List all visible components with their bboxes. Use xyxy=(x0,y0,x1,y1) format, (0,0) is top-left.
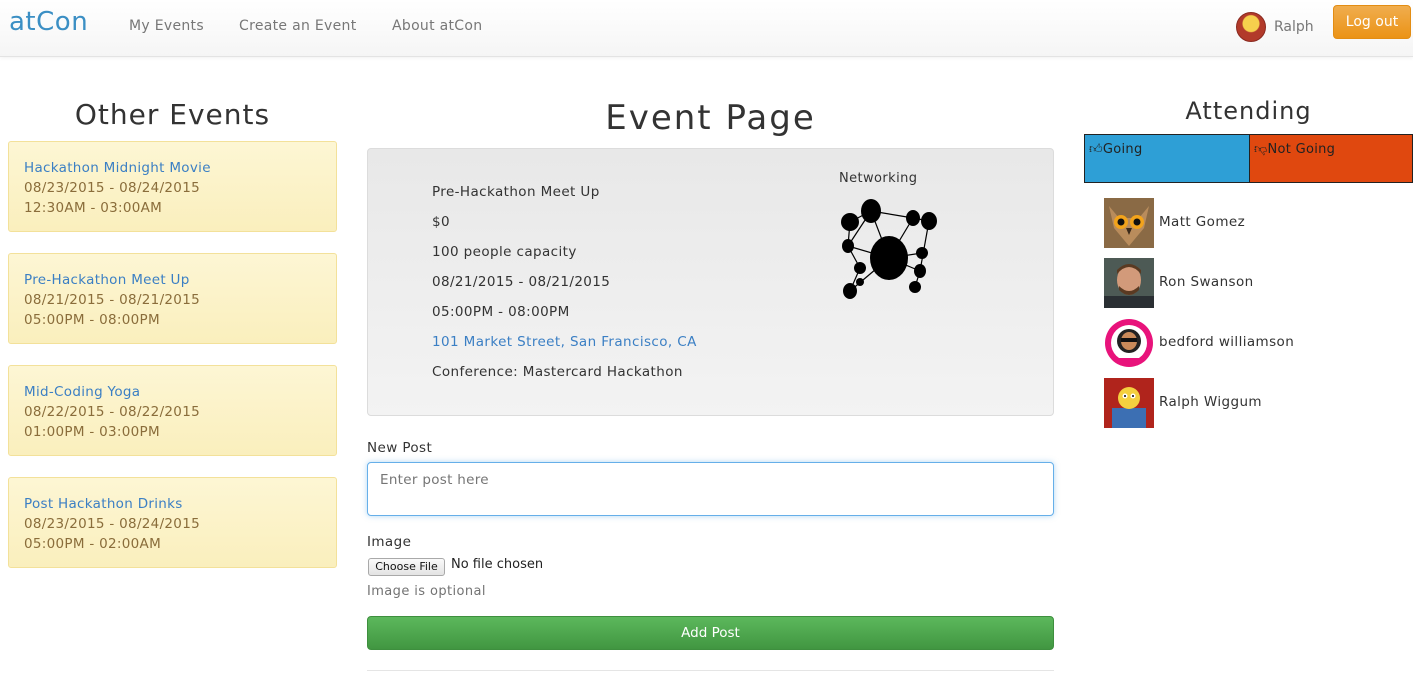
cartoon-avatar xyxy=(1104,378,1154,428)
attendee-name: bedford williamson xyxy=(1159,334,1295,350)
event-card-name[interactable]: Mid-Coding Yoga xyxy=(24,382,321,402)
event-card-dates: 08/23/2015 - 08/24/2015 xyxy=(24,180,200,196)
new-post-label: New Post xyxy=(367,440,433,456)
event-card-name[interactable]: Post Hackathon Drinks xyxy=(24,494,321,514)
going-button[interactable]: 👍︎Going xyxy=(1084,134,1250,183)
event-card-times: 12:30AM - 03:00AM xyxy=(24,200,163,216)
attendee-name: Ron Swanson xyxy=(1159,274,1254,290)
add-post-button[interactable]: Add Post xyxy=(367,616,1054,650)
thumbs-up-icon: 👍︎ xyxy=(1089,142,1103,157)
event-card[interactable]: Pre-Hackathon Meet Up 08/21/2015 - 08/21… xyxy=(8,253,337,344)
network-icon xyxy=(841,199,937,299)
badge-avatar xyxy=(1104,318,1154,368)
event-card-name[interactable]: Hackathon Midnight Movie xyxy=(24,158,321,178)
event-times: 05:00PM - 08:00PM xyxy=(432,304,570,320)
attendee-name: Ralph Wiggum xyxy=(1159,394,1262,410)
nav-create-event[interactable]: Create an Event xyxy=(239,18,356,34)
event-price: $0 xyxy=(432,214,450,230)
choose-file-button[interactable]: Choose File xyxy=(368,558,445,576)
nav-about[interactable]: About atCon xyxy=(392,18,482,34)
thumbs-down-icon: 👎︎ xyxy=(1254,142,1268,157)
nav-my-events[interactable]: My Events xyxy=(129,18,204,34)
attendee-name: Matt Gomez xyxy=(1159,214,1246,230)
file-status: No file chosen xyxy=(451,557,544,572)
owl-avatar xyxy=(1104,198,1154,248)
user-avatar[interactable] xyxy=(1236,12,1266,42)
man-avatar xyxy=(1104,258,1154,308)
attending-title: Attending xyxy=(1185,97,1312,125)
image-help-text: Image is optional xyxy=(367,584,486,599)
not-going-label: Not Going xyxy=(1267,142,1336,157)
image-label: Image xyxy=(367,534,412,550)
event-dates: 08/21/2015 - 08/21/2015 xyxy=(432,274,611,290)
brand-logo[interactable]: atCon xyxy=(9,7,88,37)
event-card[interactable]: Post Hackathon Drinks 08/23/2015 - 08/24… xyxy=(8,477,337,568)
event-card-times: 05:00PM - 08:00PM xyxy=(24,312,160,328)
event-location-link[interactable]: 101 Market Street, San Francisco, CA xyxy=(432,334,697,350)
event-details-panel: Pre-Hackathon Meet Up $0 100 people capa… xyxy=(367,148,1054,416)
event-card-dates: 08/21/2015 - 08/21/2015 xyxy=(24,292,200,308)
going-label: Going xyxy=(1102,142,1143,157)
event-card-times: 01:00PM - 03:00PM xyxy=(24,424,160,440)
event-name: Pre-Hackathon Meet Up xyxy=(432,184,600,200)
user-name[interactable]: Ralph xyxy=(1274,19,1314,35)
event-card-times: 05:00PM - 02:00AM xyxy=(24,536,162,552)
page-title: Event Page xyxy=(605,98,816,138)
other-events-title: Other Events xyxy=(74,98,271,131)
event-card[interactable]: Mid-Coding Yoga 08/22/2015 - 08/22/2015 … xyxy=(8,365,337,456)
not-going-button[interactable]: 👎︎Not Going xyxy=(1249,134,1413,183)
event-capacity: 100 people capacity xyxy=(432,244,577,260)
post-input[interactable] xyxy=(367,462,1054,516)
event-card[interactable]: Hackathon Midnight Movie 08/23/2015 - 08… xyxy=(8,141,337,232)
event-card-name[interactable]: Pre-Hackathon Meet Up xyxy=(24,270,321,290)
event-card-dates: 08/22/2015 - 08/22/2015 xyxy=(24,404,200,420)
divider xyxy=(367,670,1054,671)
event-card-dates: 08/23/2015 - 08/24/2015 xyxy=(24,516,200,532)
navbar: atCon My Events Create an Event About at… xyxy=(0,0,1413,57)
event-conference: Conference: Mastercard Hackathon xyxy=(432,364,683,380)
event-category: Networking xyxy=(839,171,918,186)
logout-button[interactable]: Log out xyxy=(1333,5,1411,39)
